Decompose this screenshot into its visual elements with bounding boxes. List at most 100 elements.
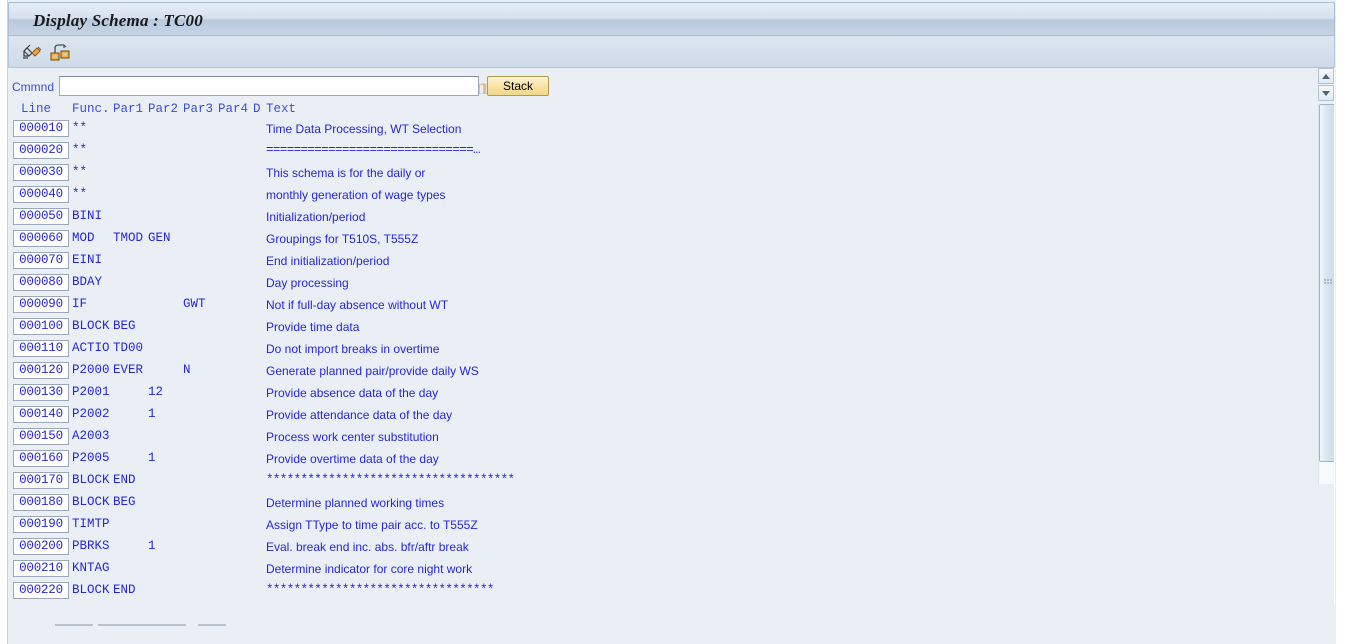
cell-func[interactable]: BLOCK	[72, 473, 110, 487]
line-number-field[interactable]: 000180	[13, 494, 69, 511]
line-number-field[interactable]: 000190	[13, 516, 69, 533]
cell-text[interactable]: Determine planned working times	[266, 496, 444, 510]
table-row: 000060 MOD TMOD GEN Groupings for T510S, T55…	[8, 229, 1313, 251]
table-row: 000100 BLOCK BEG Provide time data	[8, 317, 1313, 339]
line-number-field[interactable]: 000140	[13, 406, 69, 423]
line-number-field[interactable]: 000050	[13, 208, 69, 225]
cell-func[interactable]: **	[72, 165, 87, 179]
cell-func[interactable]: EINI	[72, 253, 102, 267]
line-number-field[interactable]: 000100	[13, 318, 69, 335]
hscroll-segment[interactable]	[55, 624, 93, 626]
scroll-up-button[interactable]	[1318, 68, 1334, 84]
cell-text[interactable]: ==============================…	[266, 143, 481, 157]
cell-func[interactable]: BLOCK	[72, 495, 110, 509]
cell-func[interactable]: **	[72, 187, 87, 201]
cell-func[interactable]: IF	[72, 297, 87, 311]
cell-par1[interactable]: END	[113, 583, 136, 597]
command-input[interactable]	[59, 76, 479, 96]
cell-text[interactable]: Provide overtime data of the day	[266, 452, 439, 466]
line-number-field[interactable]: 000070	[13, 252, 69, 269]
cell-text[interactable]: Day processing	[266, 276, 349, 290]
line-number-field[interactable]: 000130	[13, 384, 69, 401]
cell-text[interactable]: Do not import breaks in overtime	[266, 342, 439, 356]
line-number-field[interactable]: 000160	[13, 450, 69, 467]
cell-text[interactable]: Time Data Processing, WT Selection	[266, 122, 461, 136]
cell-func[interactable]: ACTIO	[72, 341, 110, 355]
cell-text[interactable]: Assign TType to time pair acc. to T555Z	[266, 518, 478, 532]
line-number-field[interactable]: 000170	[13, 472, 69, 489]
table-row: 000210 KNTAG Determine indicator for core …	[8, 559, 1313, 581]
line-number-field[interactable]: 000120	[13, 362, 69, 379]
cell-func[interactable]: MOD	[72, 231, 95, 245]
column-header-par2: Par2	[148, 102, 179, 116]
cell-func[interactable]: P2000	[72, 363, 110, 377]
cell-text[interactable]: ************************************	[266, 473, 515, 487]
cell-func[interactable]: KNTAG	[72, 561, 110, 575]
cell-func[interactable]: BDAY	[72, 275, 102, 289]
edit-pencil-icon[interactable]	[21, 42, 43, 62]
hscroll-segment[interactable]	[198, 624, 226, 626]
cell-text[interactable]: Provide attendance data of the day	[266, 408, 452, 422]
cell-text[interactable]: Generate planned pair/provide daily WS	[266, 364, 479, 378]
cell-par1[interactable]: EVER	[113, 363, 143, 377]
cell-par2[interactable]: 1	[148, 539, 156, 553]
line-number-field[interactable]: 000080	[13, 274, 69, 291]
cell-func[interactable]: **	[72, 121, 87, 135]
line-number-field[interactable]: 000060	[13, 230, 69, 247]
cell-func[interactable]: TIMTP	[72, 517, 110, 531]
cell-func[interactable]: P2002	[72, 407, 110, 421]
scroll-down-button[interactable]	[1318, 85, 1334, 101]
table-body: 000010 ** Time Data Processing, WT Selecti…	[8, 119, 1313, 603]
scrollbar-grip-icon	[1324, 279, 1332, 285]
column-header-par3: Par3	[183, 102, 214, 116]
line-number-field[interactable]: 000030	[13, 164, 69, 181]
cell-par2[interactable]: 1	[148, 407, 156, 421]
line-number-field[interactable]: 000040	[13, 186, 69, 203]
line-number-field[interactable]: 000150	[13, 428, 69, 445]
cell-par3[interactable]: N	[183, 363, 191, 377]
line-number-field[interactable]: 000220	[13, 582, 69, 599]
scrollbar-track[interactable]	[1318, 104, 1335, 484]
line-number-field[interactable]: 000020	[13, 142, 69, 159]
stack-button[interactable]: Stack	[487, 76, 549, 96]
cell-par1[interactable]: END	[113, 473, 136, 487]
cell-text[interactable]: Provide time data	[266, 320, 359, 334]
line-number-field[interactable]: 000200	[13, 538, 69, 555]
cell-text[interactable]: monthly generation of wage types	[266, 188, 445, 202]
cell-func[interactable]: A2003	[72, 429, 110, 443]
cell-text[interactable]: Determine indicator for core night work	[266, 562, 472, 576]
cell-par2[interactable]: 12	[148, 385, 163, 399]
line-number-field[interactable]: 000210	[13, 560, 69, 577]
line-number-field[interactable]: 000090	[13, 296, 69, 313]
cell-par3[interactable]: GWT	[183, 297, 206, 311]
cell-func[interactable]: BINI	[72, 209, 102, 223]
scrollbar-thumb[interactable]	[1319, 104, 1335, 462]
cell-par1[interactable]: BEG	[113, 495, 136, 509]
cell-par2[interactable]: 1	[148, 451, 156, 465]
cell-func[interactable]: PBRKS	[72, 539, 110, 553]
cell-text[interactable]: Groupings for T510S, T555Z	[266, 232, 418, 246]
cell-text[interactable]: *********************************	[266, 583, 494, 597]
cell-text[interactable]: End initialization/period	[266, 254, 389, 268]
vertical-scrollbar[interactable]	[1318, 68, 1335, 488]
cell-func[interactable]: **	[72, 143, 87, 157]
hscroll-thumb[interactable]	[98, 624, 186, 626]
cell-text[interactable]: Eval. break end inc. abs. bfr/aftr break	[266, 540, 469, 554]
cell-text[interactable]: Process work center substitution	[266, 430, 439, 444]
line-number-field[interactable]: 000110	[13, 340, 69, 357]
cell-par1[interactable]: TMOD	[113, 231, 143, 245]
hierarchy-structure-icon[interactable]	[49, 42, 71, 62]
cell-text[interactable]: Initialization/period	[266, 210, 365, 224]
cell-text[interactable]: This schema is for the daily or	[266, 166, 425, 180]
command-label: Cmmnd	[12, 80, 55, 94]
cell-par1[interactable]: TD00	[113, 341, 143, 355]
cell-func[interactable]: P2001	[72, 385, 110, 399]
cell-text[interactable]: Provide absence data of the day	[266, 386, 438, 400]
cell-func[interactable]: P2005	[72, 451, 110, 465]
line-number-field[interactable]: 000010	[13, 120, 69, 137]
cell-text[interactable]: Not if full-day absence without WT	[266, 298, 448, 312]
cell-func[interactable]: BLOCK	[72, 583, 110, 597]
cell-func[interactable]: BLOCK	[72, 319, 110, 333]
cell-par2[interactable]: GEN	[148, 231, 171, 245]
cell-par1[interactable]: BEG	[113, 319, 136, 333]
